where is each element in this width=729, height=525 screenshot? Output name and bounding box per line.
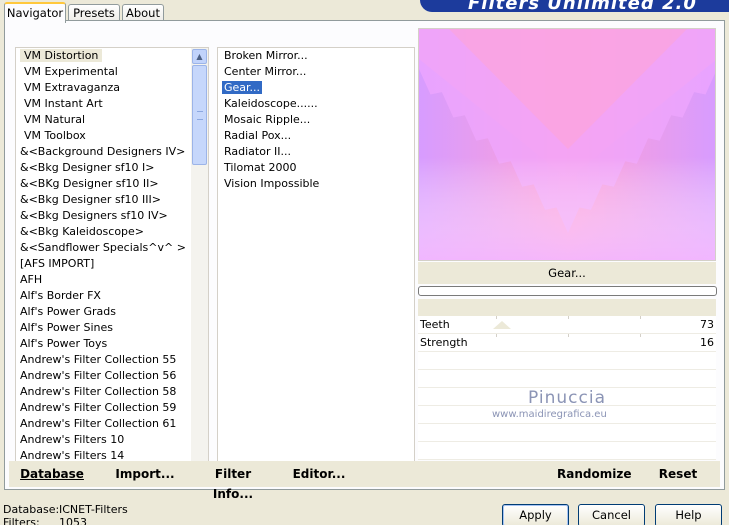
randomize-button[interactable]: Randomize bbox=[557, 464, 631, 484]
filter-item-label: Kaleidoscope...... bbox=[224, 97, 318, 110]
category-item[interactable]: VM Natural bbox=[16, 112, 208, 128]
param-value[interactable]: 16 bbox=[700, 334, 714, 352]
filter-item[interactable]: Broken Mirror... bbox=[218, 48, 414, 64]
panel-button-bar: Database Import... Filter Info... Editor… bbox=[9, 461, 720, 501]
filter-item[interactable]: Radial Pox... bbox=[218, 128, 414, 144]
filter-item[interactable]: Tilomat 2000 bbox=[218, 160, 414, 176]
param-row-empty bbox=[418, 424, 716, 442]
selected-filter-name: Gear... bbox=[418, 262, 716, 284]
help-button[interactable]: Help bbox=[655, 504, 722, 525]
filter-info-button[interactable]: Filter Info... bbox=[193, 464, 273, 501]
category-item[interactable]: Alf's Border FX bbox=[16, 288, 208, 304]
scroll-up-button[interactable]: ▲ bbox=[192, 49, 207, 64]
filter-item-label: Radial Pox... bbox=[224, 129, 292, 142]
category-list[interactable]: VM Distortion VM Experimental VM Extravaga… bbox=[15, 47, 209, 479]
scroll-thumb[interactable] bbox=[192, 65, 207, 165]
teeth-slider-thumb[interactable] bbox=[493, 321, 511, 329]
filter-item-label: Mosaic Ripple... bbox=[224, 113, 311, 126]
category-item[interactable]: &<Sandflower Specials^v^ > bbox=[16, 240, 208, 256]
parameter-panel: Teeth 73 Strength 16 Pinuccia www.maidir… bbox=[418, 316, 716, 460]
category-item[interactable]: VM Toolbox bbox=[16, 128, 208, 144]
category-item[interactable]: VM Extravaganza bbox=[16, 80, 208, 96]
category-scrollbar[interactable]: ▲ ▼ bbox=[191, 48, 208, 478]
category-item[interactable]: Alf's Power Toys bbox=[16, 336, 208, 352]
category-item[interactable]: &<Bkg Designer sf10 I> bbox=[16, 160, 208, 176]
param-row-strength[interactable]: Strength 16 bbox=[418, 334, 716, 352]
filter-item[interactable]: Radiator II... bbox=[218, 144, 414, 160]
watermark-url: www.maidiregrafica.eu bbox=[492, 409, 607, 420]
category-item[interactable]: Alf's Power Sines bbox=[16, 320, 208, 336]
category-item[interactable]: Andrew's Filters 10 bbox=[16, 432, 208, 448]
category-item[interactable]: &<Bkg Designer sf10 III> bbox=[16, 192, 208, 208]
filter-item[interactable]: Kaleidoscope...... bbox=[218, 96, 414, 112]
navigator-panel: VM Distortion VM Experimental VM Extravaga… bbox=[4, 20, 725, 501]
filter-item[interactable]: Vision Impossible bbox=[218, 176, 414, 192]
filter-item[interactable]: Center Mirror... bbox=[218, 64, 414, 80]
category-item-selected[interactable]: VM Distortion bbox=[16, 48, 208, 64]
category-item[interactable]: Andrew's Filter Collection 59 bbox=[16, 400, 208, 416]
preview-image bbox=[419, 29, 715, 260]
category-item[interactable]: &<BKg Designer sf10 II> bbox=[16, 176, 208, 192]
filter-item[interactable]: Mosaic Ripple... bbox=[218, 112, 414, 128]
param-row-empty bbox=[418, 370, 716, 388]
database-button[interactable]: Database bbox=[17, 464, 87, 484]
filter-item[interactable]: Gear... bbox=[218, 80, 414, 96]
status-filters: Filters: 1053 bbox=[3, 516, 87, 525]
param-label: Teeth bbox=[420, 318, 450, 331]
status-filters-value: 1053 bbox=[59, 516, 87, 525]
category-item[interactable]: AFH bbox=[16, 272, 208, 288]
filter-item-label: Vision Impossible bbox=[224, 177, 320, 190]
status-database-label: Database: bbox=[3, 503, 60, 516]
category-item-label: VM Distortion bbox=[20, 49, 103, 62]
editor-button[interactable]: Editor... bbox=[289, 464, 349, 484]
cancel-button[interactable]: Cancel bbox=[578, 504, 645, 525]
category-item[interactable]: VM Instant Art bbox=[16, 96, 208, 112]
category-item[interactable]: Andrew's Filter Collection 61 bbox=[16, 416, 208, 432]
reset-button[interactable]: Reset bbox=[653, 464, 703, 484]
category-item[interactable]: &<Bkg Kaleidoscope> bbox=[16, 224, 208, 240]
filter-item-label: Broken Mirror... bbox=[224, 49, 308, 62]
category-item[interactable]: Alf's Power Grads bbox=[16, 304, 208, 320]
tab-navigator[interactable]: Navigator bbox=[4, 2, 66, 23]
watermark-name: Pinuccia bbox=[528, 388, 606, 408]
category-item[interactable]: &<Bkg Designers sf10 IV> bbox=[16, 208, 208, 224]
category-item[interactable]: VM Experimental bbox=[16, 64, 208, 80]
param-row-teeth[interactable]: Teeth 73 bbox=[418, 316, 716, 334]
category-item[interactable]: [AFS IMPORT] bbox=[16, 256, 208, 272]
filter-item-label: Center Mirror... bbox=[224, 65, 307, 78]
apply-button[interactable]: Apply bbox=[502, 504, 569, 525]
param-value[interactable]: 73 bbox=[700, 316, 714, 334]
app-banner: Filters Unlimited 2.0 bbox=[420, 0, 729, 12]
filter-item-label: Tilomat 2000 bbox=[224, 161, 297, 174]
app-title: Filters Unlimited 2.0 bbox=[468, 0, 697, 12]
filter-list[interactable]: Broken Mirror... Center Mirror... Gear... K… bbox=[217, 47, 415, 479]
progress-bar bbox=[418, 286, 717, 296]
filter-item-label: Gear... bbox=[220, 80, 264, 95]
import-button[interactable]: Import... bbox=[110, 464, 180, 484]
category-item[interactable]: Andrew's Filter Collection 58 bbox=[16, 384, 208, 400]
category-item[interactable]: Andrew's Filter Collection 55 bbox=[16, 352, 208, 368]
filter-preview bbox=[418, 28, 716, 261]
status-database: Database:ICNET-Filters bbox=[3, 503, 128, 516]
database-label: Database bbox=[20, 467, 84, 481]
param-label: Strength bbox=[420, 336, 468, 349]
param-row-empty bbox=[418, 442, 716, 460]
status-database-value: ICNET-Filters bbox=[59, 503, 128, 516]
param-row-empty bbox=[418, 352, 716, 370]
filter-item-label: Radiator II... bbox=[224, 145, 291, 158]
category-item[interactable]: Andrew's Filter Collection 56 bbox=[16, 368, 208, 384]
category-item[interactable]: &<Background Designers IV> bbox=[16, 144, 208, 160]
status-filters-label: Filters: bbox=[3, 516, 40, 525]
